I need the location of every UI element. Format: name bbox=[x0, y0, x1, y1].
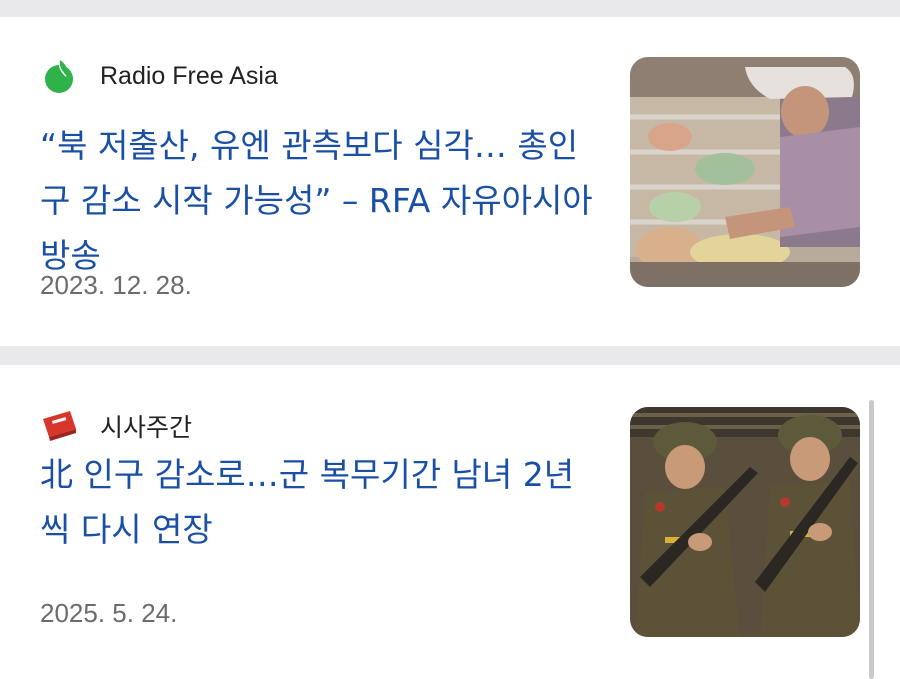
nursery-photo-image bbox=[630, 57, 860, 287]
publish-date: 2025. 5. 24. bbox=[40, 598, 178, 628]
article-thumbnail[interactable] bbox=[630, 57, 860, 287]
publish-date: 2023. 12. 28. bbox=[40, 270, 192, 300]
headline-link[interactable]: 北 인구 감소로…군 복무기간 남녀 2년씩 다시 연장 bbox=[40, 447, 600, 557]
headline-link[interactable]: “북 저출산, 유엔 관측보다 심각… 총인구 감소 시작 가능성” – RFA… bbox=[40, 118, 600, 283]
source-name: Radio Free Asia bbox=[100, 61, 278, 90]
sisajugan-logo-icon bbox=[43, 411, 76, 441]
news-card[interactable]: 시사주간 北 인구 감소로…군 복무기간 남녀 2년씩 다시 연장 2025. … bbox=[0, 365, 900, 679]
news-source: Radio Free Asia bbox=[40, 57, 278, 95]
scrollbar[interactable] bbox=[869, 400, 874, 679]
article-thumbnail[interactable] bbox=[630, 407, 860, 637]
rfa-logo-icon bbox=[45, 60, 73, 93]
soldiers-photo-image bbox=[630, 407, 860, 637]
source-name: 시사주간 bbox=[100, 414, 193, 442]
news-card[interactable]: Radio Free Asia “북 저출산, 유엔 관측보다 심각… 총인구 … bbox=[0, 17, 900, 346]
news-source: 시사주간 bbox=[40, 407, 192, 445]
